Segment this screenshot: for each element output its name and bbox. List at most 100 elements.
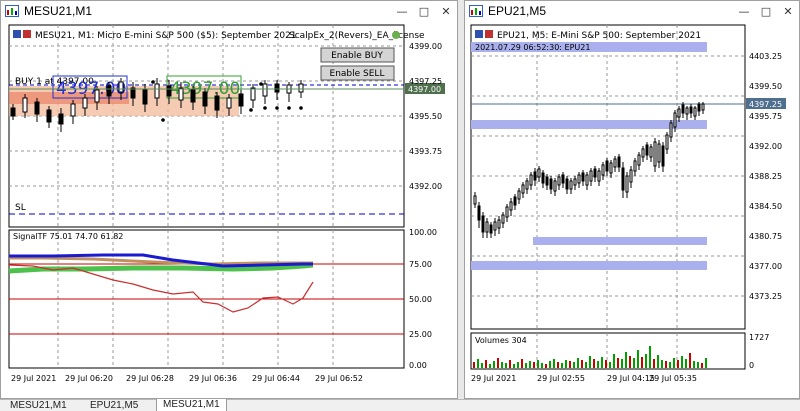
volume-bar xyxy=(489,364,491,368)
time-tick: 29 Jul 2021 xyxy=(11,374,56,383)
volume-bar xyxy=(569,361,571,368)
left-chart-svg[interactable]: MESU21, M1: Micro E-mini S&P 500 ($5): S… xyxy=(3,22,457,398)
ea-name-label: ScalpEx_2(Revers)_EA_license xyxy=(289,31,425,41)
volume-bar xyxy=(593,359,595,368)
enable-buy-button[interactable]: Enable BUY xyxy=(320,47,395,63)
close-button[interactable]: ✕ xyxy=(435,1,457,21)
chart-tabs-bar: MESU21,M1 EPU21,M5 MESU21,M1 xyxy=(0,399,800,411)
volume-bar xyxy=(669,362,671,368)
price-tick: 4403.25 xyxy=(749,52,782,61)
price-tick: 4393.75 xyxy=(409,147,442,156)
chart-window-epu21[interactable]: EPU21,M5 — □ ✕ EPU21, M5: E-Mini S&P 500… xyxy=(464,0,800,399)
indicator-label: SignalTF 75.01 74.70 61.82 xyxy=(13,232,123,241)
ind-tick: 50.00 xyxy=(409,295,432,304)
volumes-label: Volumes 304 xyxy=(475,336,527,345)
volume-bar xyxy=(513,364,515,368)
chart-window-mesu21[interactable]: MESU21,M1 — □ ✕ MESU21, M1: Micro E-mini… xyxy=(0,0,458,399)
volume-bar xyxy=(637,350,639,368)
volume-bar xyxy=(477,359,479,368)
volume-bar xyxy=(521,359,523,368)
volume-bar xyxy=(577,358,579,368)
volume-bar xyxy=(545,364,547,368)
zone-band xyxy=(533,237,707,245)
terminal-workspace: MESU21,M1 — □ ✕ MESU21, M1: Micro E-mini… xyxy=(0,0,800,411)
time-tick: 29 Jul 06:52 xyxy=(315,374,363,383)
window-titlebar[interactable]: MESU21,M1 — □ ✕ xyxy=(1,1,457,21)
minimize-button[interactable]: — xyxy=(733,1,755,21)
volume-bar xyxy=(641,357,643,368)
right-chart-svg[interactable]: EPU21, M5: E-Mini S&P 500: September 202… xyxy=(467,22,799,398)
volume-bar xyxy=(649,346,651,368)
volume-bar xyxy=(681,356,683,368)
volume-bar xyxy=(605,360,607,368)
volume-bar xyxy=(657,355,659,368)
volume-bar xyxy=(493,361,495,368)
close-button[interactable]: ✕ xyxy=(777,1,799,21)
volume-bar xyxy=(561,363,563,368)
enable-sell-label: Enable SELL xyxy=(330,69,385,79)
zone-band xyxy=(471,261,707,270)
volume-bar xyxy=(541,363,543,368)
volume-bar xyxy=(705,358,707,368)
sl-label: SL xyxy=(15,203,26,213)
maximize-button[interactable]: □ xyxy=(413,1,435,21)
volume-bar xyxy=(529,361,531,368)
price-tick: 4388.25 xyxy=(749,172,782,181)
symbol-flag-icon xyxy=(23,30,31,38)
volume-bar xyxy=(585,362,587,368)
volume-bar xyxy=(581,360,583,368)
window-title: EPU21,M5 xyxy=(488,4,547,18)
tab-mesu21-m1[interactable]: MESU21,M1 xyxy=(4,400,73,411)
minimize-button[interactable]: — xyxy=(391,1,413,21)
volume-bar xyxy=(509,360,511,368)
right-chart-area[interactable]: EPU21, M5: E-Mini S&P 500: September 202… xyxy=(467,22,799,402)
time-tick: 29 Jul 06:20 xyxy=(65,374,113,383)
vol-tick: 1727 xyxy=(749,333,769,342)
volume-bar xyxy=(661,360,663,368)
chart-window-icon xyxy=(5,5,19,17)
enable-sell-button[interactable]: Enable SELL xyxy=(320,65,395,81)
price-tick: 4392.00 xyxy=(409,182,442,191)
volume-bar xyxy=(549,361,551,368)
ind-tick: 25.00 xyxy=(409,330,432,339)
volume-bar xyxy=(621,359,623,368)
time-tick: 29 Jul 04:15 xyxy=(607,374,655,383)
volume-bar xyxy=(557,362,559,368)
chart-window-icon xyxy=(469,5,483,17)
tab-mesu21-m1-active[interactable]: MESU21,M1 xyxy=(156,399,227,411)
time-tick: 29 Jul 06:44 xyxy=(252,374,300,383)
volume-bar xyxy=(665,361,667,368)
window-title: MESU21,M1 xyxy=(24,4,93,18)
ind-tick: 75.00 xyxy=(409,260,432,269)
volume-bar xyxy=(625,352,627,368)
volume-bar xyxy=(629,356,631,368)
volume-bar xyxy=(497,358,499,368)
ea-smiley-icon xyxy=(392,31,400,39)
volume-bar xyxy=(609,362,611,368)
current-price-value: 4397.00 xyxy=(408,85,441,94)
volume-bar xyxy=(501,362,503,368)
maximize-button[interactable]: □ xyxy=(755,1,777,21)
price-tick: 4395.75 xyxy=(749,112,782,121)
volume-bar xyxy=(553,359,555,368)
price-tick: 4377.00 xyxy=(749,262,782,271)
volume-bar xyxy=(617,358,619,368)
time-tick: 29 Jul 2021 xyxy=(471,374,516,383)
volume-bar xyxy=(697,362,699,368)
ind-tick: 0.00 xyxy=(409,361,427,370)
volume-bar xyxy=(613,354,615,368)
volume-bar xyxy=(685,359,687,368)
left-chart-area[interactable]: MESU21, M1: Micro E-mini S&P 500 ($5): S… xyxy=(3,22,457,402)
tab-epu21-m5[interactable]: EPU21,M5 xyxy=(84,400,144,411)
volume-bar xyxy=(473,362,475,368)
volume-bar xyxy=(653,359,655,368)
window-titlebar[interactable]: EPU21,M5 — □ ✕ xyxy=(465,1,799,21)
volume-bar xyxy=(633,358,635,368)
time-tick: 29 Jul 06:28 xyxy=(126,374,174,383)
price-tick: 4397.25 xyxy=(409,77,442,86)
chart-header: EPU21, M5: E-Mini S&P 500: September 202… xyxy=(497,31,701,41)
volume-bar xyxy=(481,363,483,368)
volume-bar xyxy=(525,363,527,368)
chart-header: MESU21, M1: Micro E-mini S&P 500 ($5): S… xyxy=(35,31,297,41)
time-tick: 29 Jul 06:36 xyxy=(189,374,237,383)
